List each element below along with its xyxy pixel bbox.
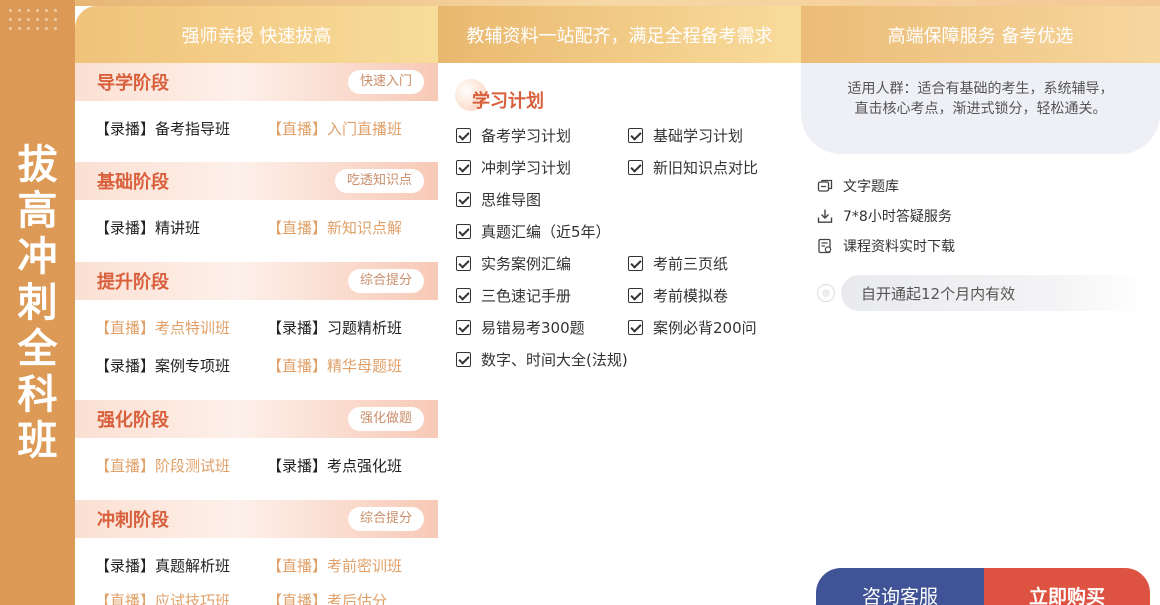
course-link[interactable]: 【直播】新知识点解 (267, 218, 402, 238)
stage-tag: 快速入门 (347, 70, 424, 94)
course-link[interactable]: 【录播】考点强化班 (267, 456, 402, 476)
header-teachers: 强师亲授 快速拔高 (75, 6, 438, 63)
decor-dots (6, 6, 60, 36)
course-link[interactable]: 【直播】应试技巧班 (95, 591, 230, 605)
course-link[interactable]: 【录播】案例专项班 (95, 356, 230, 376)
stage-name: 导学阶段 (97, 73, 169, 94)
plan-item-label: 真题汇编（近5年） (481, 223, 611, 241)
validity-dot-icon (817, 284, 835, 302)
side-banner: 拔高冲刺全科班 (0, 0, 75, 605)
course-link[interactable]: 【录播】习题精析班 (267, 318, 402, 338)
course-link[interactable]: 【录播】精讲班 (95, 218, 200, 238)
check-icon (456, 224, 471, 239)
download-qa-icon (817, 209, 833, 223)
stage-header-improve: 提升阶段 综合提分 (75, 262, 438, 300)
check-icon (456, 256, 471, 271)
stage-header-strengthen: 强化阶段 强化做题 (75, 400, 438, 438)
check-icon (456, 192, 471, 207)
check-icon (628, 256, 643, 271)
course-link[interactable]: 【直播】考前密训班 (267, 556, 402, 576)
plan-item: 真题汇编（近5年） (456, 221, 611, 242)
check-icon (456, 160, 471, 175)
stage-tag: 综合提分 (347, 269, 424, 293)
validity-row: 自开通起12个月内有效 (817, 275, 1147, 311)
plan-item: 案例必背200问 (628, 317, 757, 338)
plan-item-label: 数字、时间大全(法规) (481, 351, 628, 369)
check-icon (628, 128, 643, 143)
stages-column: 导学阶段 快速入门 【录播】备考指导班 【直播】入门直播班 基础阶段 吃透知识点… (75, 63, 438, 605)
plan-item-label: 思维导图 (481, 191, 542, 209)
side-title: 拔高冲刺全科班 (17, 141, 58, 464)
plan-item: 考前模拟卷 (628, 285, 728, 306)
check-icon (628, 320, 643, 335)
validity-text: 自开通起12个月内有效 (841, 275, 1147, 311)
plan-item-label: 考前模拟卷 (653, 287, 729, 305)
stage-tag: 综合提分 (347, 507, 424, 531)
service-item: 7*8小时答疑服务 (817, 206, 952, 226)
plan-item-label: 冲刺学习计划 (481, 159, 572, 177)
service-item: 文字题库 (817, 176, 899, 196)
course-link[interactable]: 【直播】考后估分 (267, 591, 387, 605)
plan-item-label: 三色速记手册 (481, 287, 572, 305)
course-link[interactable]: 【录播】真题解析班 (95, 556, 230, 576)
header-services: 高端保障服务 备考优选 (801, 6, 1160, 63)
course-link[interactable]: 【直播】精华母题班 (267, 356, 402, 376)
plan-item: 易错易考300题 (456, 317, 585, 338)
consult-button[interactable]: 咨询客服 (816, 568, 984, 605)
plan-item: 基础学习计划 (628, 125, 743, 146)
plan-item: 新旧知识点对比 (628, 157, 758, 178)
course-link[interactable]: 【直播】阶段测试班 (95, 456, 230, 476)
service-label: 7*8小时答疑服务 (843, 209, 952, 225)
service-label: 课程资料实时下载 (843, 239, 955, 255)
plan-column: 学习计划 备考学习计划 基础学习计划 冲刺学习计划 新旧知识点对比 思维导图 真… (438, 63, 801, 605)
plan-item: 三色速记手册 (456, 285, 571, 306)
service-column: 适用人群：适合有基础的考生，系统辅导，直击核心考点，渐进式锁分，轻松通关。 文字… (801, 63, 1160, 605)
document-download-icon (818, 238, 832, 254)
stage-header-intro: 导学阶段 快速入门 (75, 63, 438, 101)
plan-item: 思维导图 (456, 189, 541, 210)
check-icon (456, 288, 471, 303)
question-bank-icon (817, 179, 833, 192)
check-icon (628, 288, 643, 303)
buy-now-button[interactable]: 立即购买 (984, 568, 1150, 605)
plan-title: 学习计划 (472, 91, 544, 112)
stage-name: 提升阶段 (97, 272, 169, 293)
plan-item-label: 实务案例汇编 (481, 255, 572, 273)
plan-item: 备考学习计划 (456, 125, 571, 146)
plan-item-label: 考前三页纸 (653, 255, 729, 273)
course-link[interactable]: 【录播】备考指导班 (95, 119, 230, 139)
check-icon (456, 352, 471, 367)
check-icon (456, 128, 471, 143)
course-link[interactable]: 【直播】考点特训班 (95, 318, 230, 338)
plan-item-label: 易错易考300题 (481, 319, 585, 337)
plan-item-label: 新旧知识点对比 (653, 159, 759, 177)
stage-name: 强化阶段 (97, 410, 169, 431)
plan-item: 冲刺学习计划 (456, 157, 571, 178)
stage-header-sprint: 冲刺阶段 综合提分 (75, 500, 438, 538)
plan-item: 实务案例汇编 (456, 253, 571, 274)
course-link[interactable]: 【直播】入门直播班 (267, 119, 402, 139)
header-materials: 教辅资料一站配齐，满足全程备考需求 (438, 6, 801, 63)
stage-tag: 强化做题 (347, 407, 424, 431)
stage-name: 基础阶段 (97, 172, 169, 193)
stage-header-basic: 基础阶段 吃透知识点 (75, 162, 438, 200)
service-item: 课程资料实时下载 (817, 236, 955, 256)
check-icon (628, 160, 643, 175)
stage-tag: 吃透知识点 (334, 169, 424, 193)
plan-item: 数字、时间大全(法规) (456, 349, 628, 370)
audience-text: 适用人群：适合有基础的考生，系统辅导，直击核心考点，渐进式锁分，轻松通关。 (801, 63, 1160, 154)
plan-item-label: 案例必背200问 (653, 319, 757, 337)
plan-item-label: 备考学习计划 (481, 127, 572, 145)
plan-item-label: 基础学习计划 (653, 127, 744, 145)
stage-name: 冲刺阶段 (97, 510, 169, 531)
plan-item: 考前三页纸 (628, 253, 728, 274)
service-label: 文字题库 (843, 179, 899, 195)
check-icon (456, 320, 471, 335)
